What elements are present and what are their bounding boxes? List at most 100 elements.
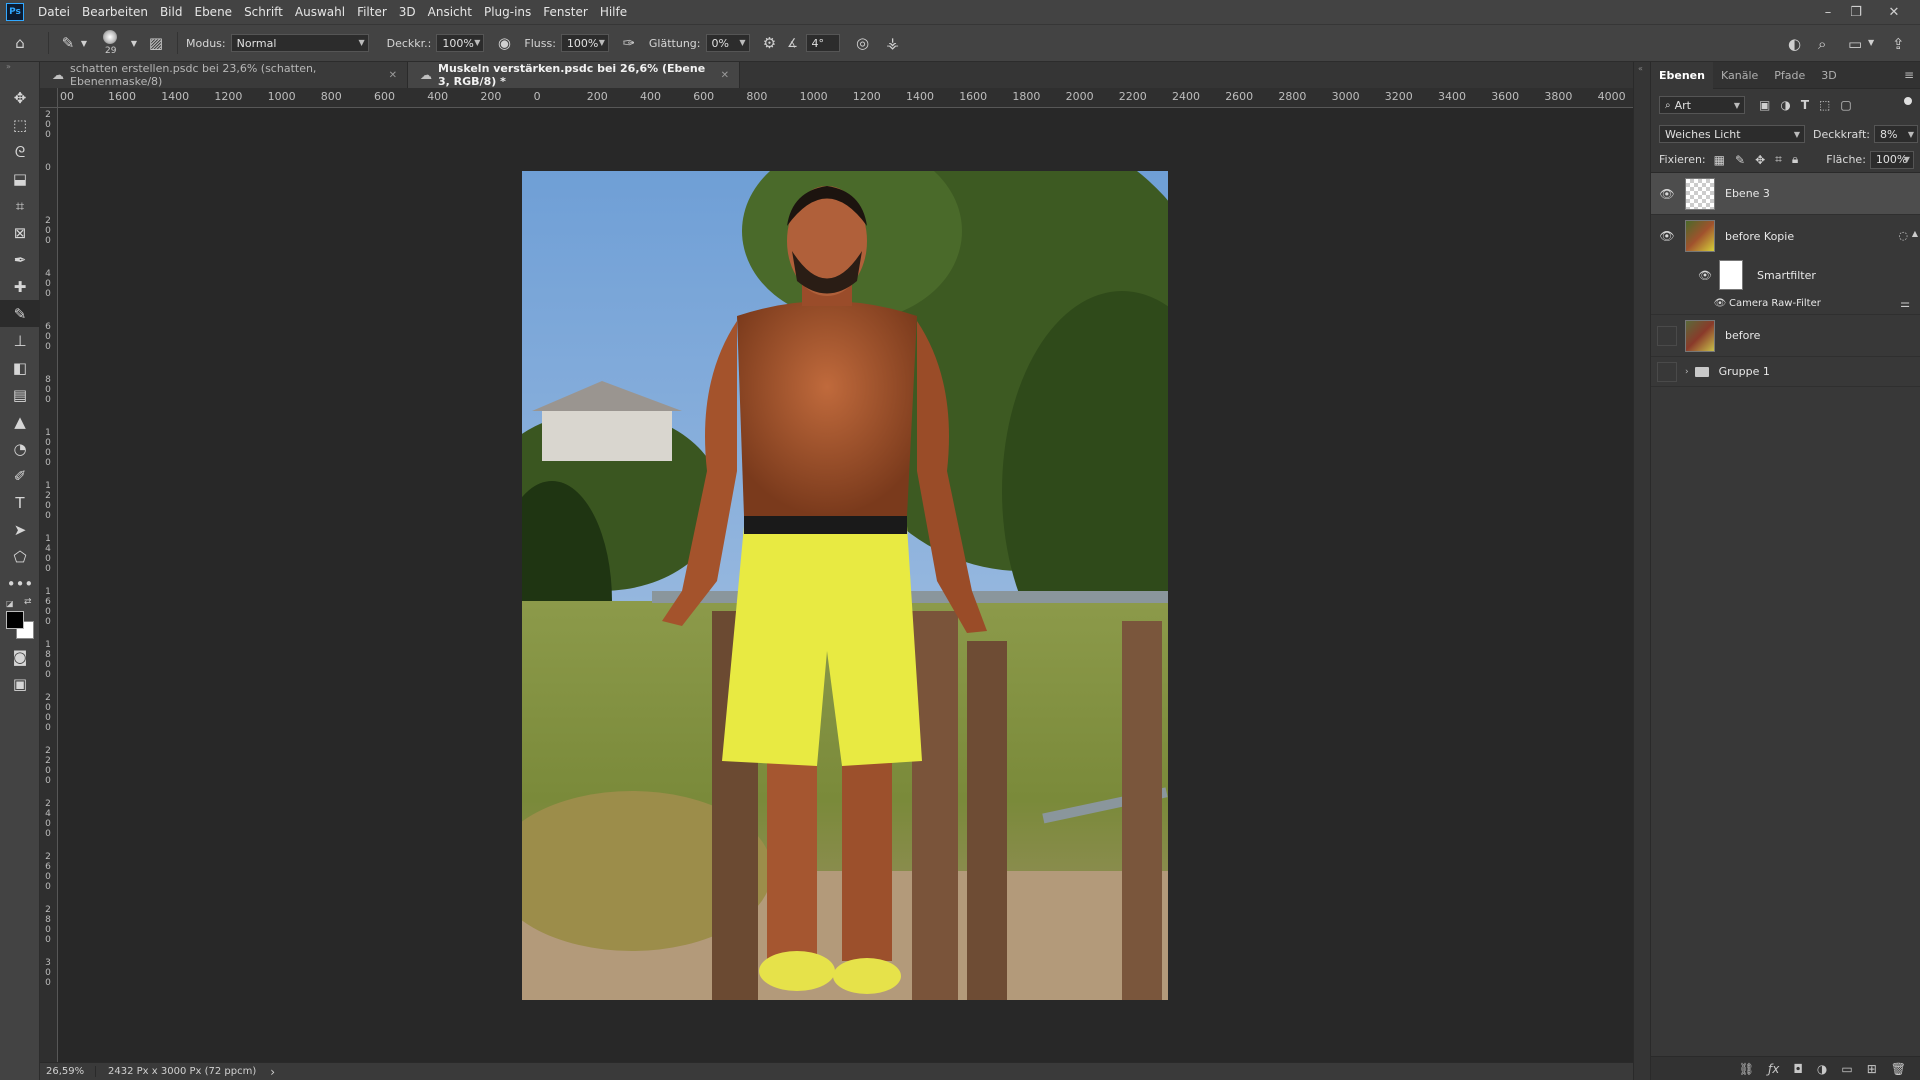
move-tool-icon[interactable]: ✥ bbox=[0, 84, 40, 111]
menu-filter[interactable]: Filter bbox=[351, 5, 393, 19]
tab-muskeln-verstaerken[interactable]: ☁ Muskeln verstärken.psdc bei 26,6% (Ebe… bbox=[408, 62, 740, 88]
brush-tool-icon[interactable]: ✎ bbox=[0, 300, 40, 327]
chevron-down-icon[interactable]: ▼ bbox=[129, 39, 139, 48]
screen-mode-icon[interactable]: ▣ bbox=[0, 670, 40, 697]
object-selection-tool-icon[interactable]: ⬓ bbox=[0, 165, 40, 192]
menu-auswahl[interactable]: Auswahl bbox=[289, 5, 351, 19]
type-tool-icon[interactable]: T bbox=[0, 489, 40, 516]
new-group-icon[interactable]: ▭ bbox=[1841, 1062, 1852, 1076]
layer-gruppe-1[interactable]: › Gruppe 1 bbox=[1651, 357, 1920, 387]
brush-tool-preset-icon[interactable]: ✎ bbox=[57, 34, 79, 52]
crop-tool-icon[interactable]: ⌗ bbox=[0, 192, 40, 219]
eye-icon[interactable]: 👁︎ bbox=[1657, 184, 1677, 204]
chevron-down-icon[interactable]: ▼ bbox=[1868, 38, 1874, 47]
shape-tool-icon[interactable]: ⬠ bbox=[0, 543, 40, 570]
layer-before[interactable]: before bbox=[1651, 315, 1920, 357]
stamp-tool-icon[interactable]: ⊥ bbox=[0, 327, 40, 354]
menu-bild[interactable]: Bild bbox=[154, 5, 189, 19]
pen-tool-icon[interactable]: ✐ bbox=[0, 462, 40, 489]
lock-all-icon[interactable]: 🔒︎ bbox=[1792, 152, 1798, 167]
healing-brush-tool-icon[interactable]: ✚ bbox=[0, 273, 40, 300]
eye-icon[interactable]: 👁︎ bbox=[1695, 265, 1715, 285]
filter-adjustment-icon[interactable]: ◑ bbox=[1780, 98, 1790, 112]
fill-input[interactable]: 100% ▼ bbox=[1869, 150, 1914, 169]
panel-menu-icon[interactable]: ≡ bbox=[1904, 68, 1914, 82]
workspace-icon[interactable]: ▭ bbox=[1848, 35, 1862, 53]
frame-tool-icon[interactable]: ⊠ bbox=[0, 219, 40, 246]
restore-icon[interactable]: ❐ bbox=[1842, 0, 1870, 24]
menu-hilfe[interactable]: Hilfe bbox=[594, 5, 633, 19]
opacity-input[interactable]: 100% ▼ bbox=[436, 34, 485, 52]
ruler-corner[interactable] bbox=[40, 88, 58, 108]
symmetry-icon[interactable]: ⚶ bbox=[880, 34, 906, 52]
blend-mode-select[interactable]: Weiches Licht ▼ bbox=[1659, 125, 1805, 143]
visibility-toggle[interactable] bbox=[1657, 361, 1677, 382]
status-menu-arrow-icon[interactable]: › bbox=[270, 1065, 275, 1079]
collapse-panels-icon[interactable]: « bbox=[1634, 62, 1650, 73]
airbrush-icon[interactable]: ✑ bbox=[615, 34, 643, 52]
smoothing-input[interactable]: 0% ▼ bbox=[705, 34, 750, 52]
lock-position-icon[interactable]: ✥ bbox=[1755, 153, 1765, 167]
horizontal-ruler[interactable]: 00 1600 1400 1200 1000 800 600 400 200 0 200 400 600… bbox=[58, 88, 1633, 108]
add-mask-icon[interactable]: ◘ bbox=[1793, 1062, 1803, 1076]
close-tab-icon[interactable]: ✕ bbox=[389, 70, 397, 81]
mode-select[interactable]: Normal ▼ bbox=[230, 34, 369, 52]
delete-layer-icon[interactable]: 🗑︎ bbox=[1891, 1062, 1906, 1076]
marquee-tool-icon[interactable]: ⬚ bbox=[0, 111, 40, 138]
eye-icon[interactable]: 👁︎ bbox=[1713, 294, 1727, 314]
home-icon[interactable]: ⌂ bbox=[0, 34, 40, 52]
close-tab-icon[interactable]: ✕ bbox=[721, 70, 729, 81]
eyedropper-tool-icon[interactable]: ✒ bbox=[0, 246, 40, 273]
quick-mask-icon[interactable]: ◙ bbox=[0, 643, 40, 670]
collapse-toolbar-icon[interactable]: » bbox=[0, 62, 39, 71]
lock-pixels-icon[interactable]: ✎ bbox=[1735, 153, 1745, 167]
gradient-tool-icon[interactable]: ▤ bbox=[0, 381, 40, 408]
path-selection-tool-icon[interactable]: ➤ bbox=[0, 516, 40, 543]
search-icon[interactable]: ⌕ bbox=[1818, 35, 1826, 53]
filter-pixel-icon[interactable]: ▣ bbox=[1759, 98, 1770, 112]
tab-ebenen[interactable]: Ebenen bbox=[1651, 61, 1713, 89]
layer-style-fx-icon[interactable]: ƒx bbox=[1768, 1062, 1779, 1076]
eye-icon[interactable]: 👁︎ bbox=[1657, 226, 1677, 246]
layer-ebene-3[interactable]: 👁︎ Ebene 3 bbox=[1651, 173, 1920, 215]
menu-plugins[interactable]: Plug-ins bbox=[478, 5, 537, 19]
tab-kanaele[interactable]: Kanäle bbox=[1713, 62, 1766, 89]
layer-before-kopie[interactable]: 👁︎ before Kopie ◌ ▲ bbox=[1651, 215, 1920, 257]
chevron-right-icon[interactable]: › bbox=[1685, 367, 1689, 377]
document-image[interactable] bbox=[522, 171, 1168, 1000]
blur-tool-icon[interactable]: ▲ bbox=[0, 408, 40, 435]
tab-3d[interactable]: 3D bbox=[1813, 62, 1844, 89]
filter-shape-icon[interactable]: ⬚ bbox=[1819, 98, 1830, 112]
adjustment-layer-icon[interactable]: ◑ bbox=[1817, 1062, 1827, 1076]
menu-ebene[interactable]: Ebene bbox=[188, 5, 238, 19]
filter-toggle-icon[interactable] bbox=[1904, 97, 1912, 105]
menu-3d[interactable]: 3D bbox=[393, 5, 422, 19]
chevron-down-icon[interactable]: ▼ bbox=[79, 39, 89, 48]
filter-type-icon[interactable]: T bbox=[1801, 98, 1809, 112]
eraser-tool-icon[interactable]: ◧ bbox=[0, 354, 40, 381]
user-icon[interactable]: ◐ bbox=[1788, 35, 1801, 53]
camera-raw-filter-row[interactable]: 👁︎ Camera Raw-Filter ⚌ bbox=[1651, 293, 1920, 315]
close-window-icon[interactable]: ✕ bbox=[1880, 0, 1908, 24]
pressure-opacity-icon[interactable]: ◉ bbox=[490, 34, 518, 52]
smartfilter-row[interactable]: 👁︎ Smartfilter bbox=[1651, 257, 1920, 293]
lock-transparency-icon[interactable]: ▦ bbox=[1714, 153, 1725, 167]
menu-ansicht[interactable]: Ansicht bbox=[422, 5, 478, 19]
share-icon[interactable]: ⇪ bbox=[1892, 35, 1905, 53]
menu-datei[interactable]: Datei bbox=[32, 5, 76, 19]
lasso-tool-icon[interactable]: ᘓ bbox=[0, 138, 40, 165]
angle-input[interactable]: 4° bbox=[805, 34, 840, 52]
menu-schrift[interactable]: Schrift bbox=[238, 5, 289, 19]
menu-bearbeiten[interactable]: Bearbeiten bbox=[76, 5, 154, 19]
layer-filter-select[interactable]: ⌕ Art ▼ bbox=[1659, 96, 1745, 114]
vertical-ruler[interactable]: 200 0 200 400 600 800 1000 1200 1400 1600 1800 2000… bbox=[40, 108, 58, 1062]
visibility-toggle[interactable] bbox=[1657, 325, 1677, 346]
lock-artboard-icon[interactable]: ⌗ bbox=[1775, 152, 1782, 167]
flow-input[interactable]: 100% ▼ bbox=[560, 34, 609, 52]
filter-options-icon[interactable]: ⚌ bbox=[1900, 297, 1910, 310]
default-colors-icon[interactable]: ◪ bbox=[6, 599, 14, 608]
new-layer-icon[interactable]: ⊞ bbox=[1867, 1062, 1877, 1076]
foreground-color-swatch[interactable] bbox=[6, 611, 24, 629]
brush-settings-panel-icon[interactable]: ▨ bbox=[143, 34, 169, 52]
gear-icon[interactable]: ⚙ bbox=[756, 34, 784, 52]
